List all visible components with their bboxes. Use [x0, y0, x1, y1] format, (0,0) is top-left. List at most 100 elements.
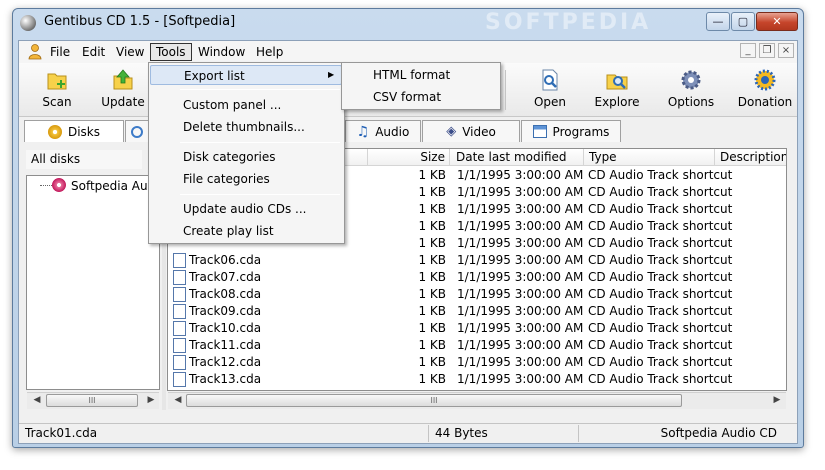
scroll-right-arrow-icon[interactable]: ▶ [144, 394, 158, 407]
file-type-cell: CD Audio Track shortcut [588, 168, 733, 182]
toolbar-separator [505, 70, 506, 110]
file-size-cell: 1 KB [418, 304, 446, 318]
left-panel-header: All disks [26, 150, 142, 169]
table-row[interactable]: Track08.cda 1 KB 1/1/1995 3:00:00 AM CD Aud… [168, 286, 786, 303]
scroll-left-arrow-icon[interactable]: ◀ [30, 394, 44, 407]
table-row[interactable]: Track10.cda 1 KB 1/1/1995 3:00:00 AM CD Aud… [168, 320, 786, 337]
file-size-cell: 1 KB [418, 219, 446, 233]
scan-button[interactable]: Scan [36, 66, 78, 114]
menu-item-disk-categories[interactable]: Disk categories [150, 147, 342, 167]
file-name-cell: Track07.cda [189, 270, 262, 284]
file-date-cell: 1/1/1995 3:00:00 AM [457, 219, 584, 233]
file-date-cell: 1/1/1995 3:00:00 AM [457, 236, 584, 250]
file-size-cell: 1 KB [418, 338, 446, 352]
file-date-cell: 1/1/1995 3:00:00 AM [457, 287, 584, 301]
file-name-cell: Track09.cda [189, 304, 262, 318]
file-type-cell: CD Audio Track shortcut [588, 236, 733, 250]
file-type-cell: CD Audio Track shortcut [588, 202, 733, 216]
options-button[interactable]: Options [666, 66, 716, 114]
open-button[interactable]: Open [530, 66, 570, 114]
menu-item-delete-thumbnails[interactable]: Delete thumbnails... [150, 117, 342, 137]
file-size-cell: 1 KB [418, 168, 446, 182]
menu-item-custom-panel[interactable]: Custom panel ... [150, 95, 342, 115]
column-header-size[interactable]: Size [368, 149, 450, 166]
disk-icon [47, 124, 62, 139]
file-type-cell: CD Audio Track shortcut [588, 304, 733, 318]
left-scroll-thumb[interactable]: III [46, 394, 138, 407]
maximize-button[interactable]: ▢ [731, 12, 755, 31]
scan-label: Scan [42, 95, 72, 109]
cd-track-file-icon [173, 338, 186, 353]
status-file-size: 44 Bytes [429, 425, 579, 442]
tab-files[interactable] [125, 120, 149, 142]
open-label: Open [533, 95, 567, 109]
file-date-cell: 1/1/1995 3:00:00 AM [457, 355, 584, 369]
update-button[interactable]: Update [100, 66, 146, 114]
menu-window[interactable]: Window [193, 43, 250, 61]
column-header-date[interactable]: Date last modified [450, 149, 584, 166]
file-type-cell: CD Audio Track shortcut [588, 185, 733, 199]
donation-label: Donation [737, 95, 793, 109]
disk-tree[interactable] [26, 175, 160, 390]
file-name-cell: Track12.cda [189, 355, 262, 369]
file-date-cell: 1/1/1995 3:00:00 AM [457, 185, 584, 199]
menu-edit[interactable]: Edit [77, 43, 110, 61]
column-header-type[interactable]: Type [584, 149, 715, 166]
tab-audio[interactable]: ♫ Audio [345, 120, 421, 142]
file-date-cell: 1/1/1995 3:00:00 AM [457, 338, 584, 352]
file-date-cell: 1/1/1995 3:00:00 AM [457, 270, 584, 284]
table-row[interactable]: Track09.cda 1 KB 1/1/1995 3:00:00 AM CD Aud… [168, 303, 786, 320]
mdi-close-button[interactable]: × [778, 43, 794, 58]
list-scroll-thumb[interactable]: III [186, 394, 682, 407]
user-icon[interactable] [28, 44, 42, 60]
table-row[interactable]: Track13.cda 1 KB 1/1/1995 3:00:00 AM CD Aud… [168, 371, 786, 388]
list-scroll-right-arrow-icon[interactable]: ▶ [770, 394, 784, 407]
menu-item-update-audio-cds[interactable]: Update audio CDs ... [150, 199, 342, 219]
menu-file[interactable]: File [45, 43, 75, 61]
table-row[interactable]: Track06.cda 1 KB 1/1/1995 3:00:00 AM CD Aud… [168, 252, 786, 269]
window-icon [532, 125, 547, 138]
app-icon[interactable] [20, 15, 36, 31]
file-size-cell: 1 KB [418, 253, 446, 267]
menu-item-create-play-list[interactable]: Create play list [150, 221, 342, 241]
mdi-minimize-button[interactable]: _ [740, 43, 756, 58]
tab-video[interactable]: ◈ Video [422, 120, 520, 142]
status-disk-name: Softpedia Audio CD [660, 426, 777, 440]
file-name-cell: Track08.cda [189, 287, 262, 301]
submenu-arrow-icon: ▶ [328, 70, 335, 79]
cd-track-file-icon [173, 304, 186, 319]
file-date-cell: 1/1/1995 3:00:00 AM [457, 304, 584, 318]
file-date-cell: 1/1/1995 3:00:00 AM [457, 321, 584, 335]
table-row[interactable]: Track12.cda 1 KB 1/1/1995 3:00:00 AM CD Aud… [168, 354, 786, 371]
file-size-cell: 1 KB [418, 236, 446, 250]
explore-button[interactable]: Explore [594, 66, 640, 114]
gear-icon [681, 70, 701, 90]
menu-item-file-categories[interactable]: File categories [150, 169, 342, 189]
mdi-restore-button[interactable]: ❐ [759, 43, 775, 58]
status-file-name: Track01.cda [19, 425, 429, 442]
cd-track-file-icon [173, 270, 186, 285]
scan-icon [47, 73, 67, 90]
tab-disks-label: Disks [67, 124, 101, 139]
menu-item-export-list[interactable]: Export list [150, 65, 342, 85]
table-row[interactable]: Track07.cda 1 KB 1/1/1995 3:00:00 AM CD Aud… [168, 269, 786, 286]
update-icon [113, 69, 133, 90]
table-row[interactable]: Track11.cda 1 KB 1/1/1995 3:00:00 AM CD Aud… [168, 337, 786, 354]
minimize-button[interactable]: — [706, 12, 730, 31]
list-scroll-left-arrow-icon[interactable]: ◀ [171, 394, 185, 407]
tab-video-label: Video [462, 124, 496, 139]
menu-help[interactable]: Help [251, 43, 288, 61]
tab-programs[interactable]: Programs [521, 120, 621, 142]
file-size-cell: 1 KB [418, 287, 446, 301]
menu-item-html-format[interactable]: HTML format [344, 65, 498, 85]
search-icon [131, 125, 143, 138]
tree-connector [40, 185, 52, 186]
cd-track-file-icon [173, 287, 186, 302]
close-button[interactable]: ✕ [756, 12, 798, 31]
column-header-description[interactable]: Description [715, 149, 786, 166]
menu-view[interactable]: View [111, 43, 149, 61]
menu-item-csv-format[interactable]: CSV format [344, 87, 498, 107]
menu-tools[interactable]: Tools [150, 43, 192, 61]
donation-button[interactable]: Donation [737, 66, 793, 114]
tab-disks[interactable]: Disks [24, 120, 124, 142]
